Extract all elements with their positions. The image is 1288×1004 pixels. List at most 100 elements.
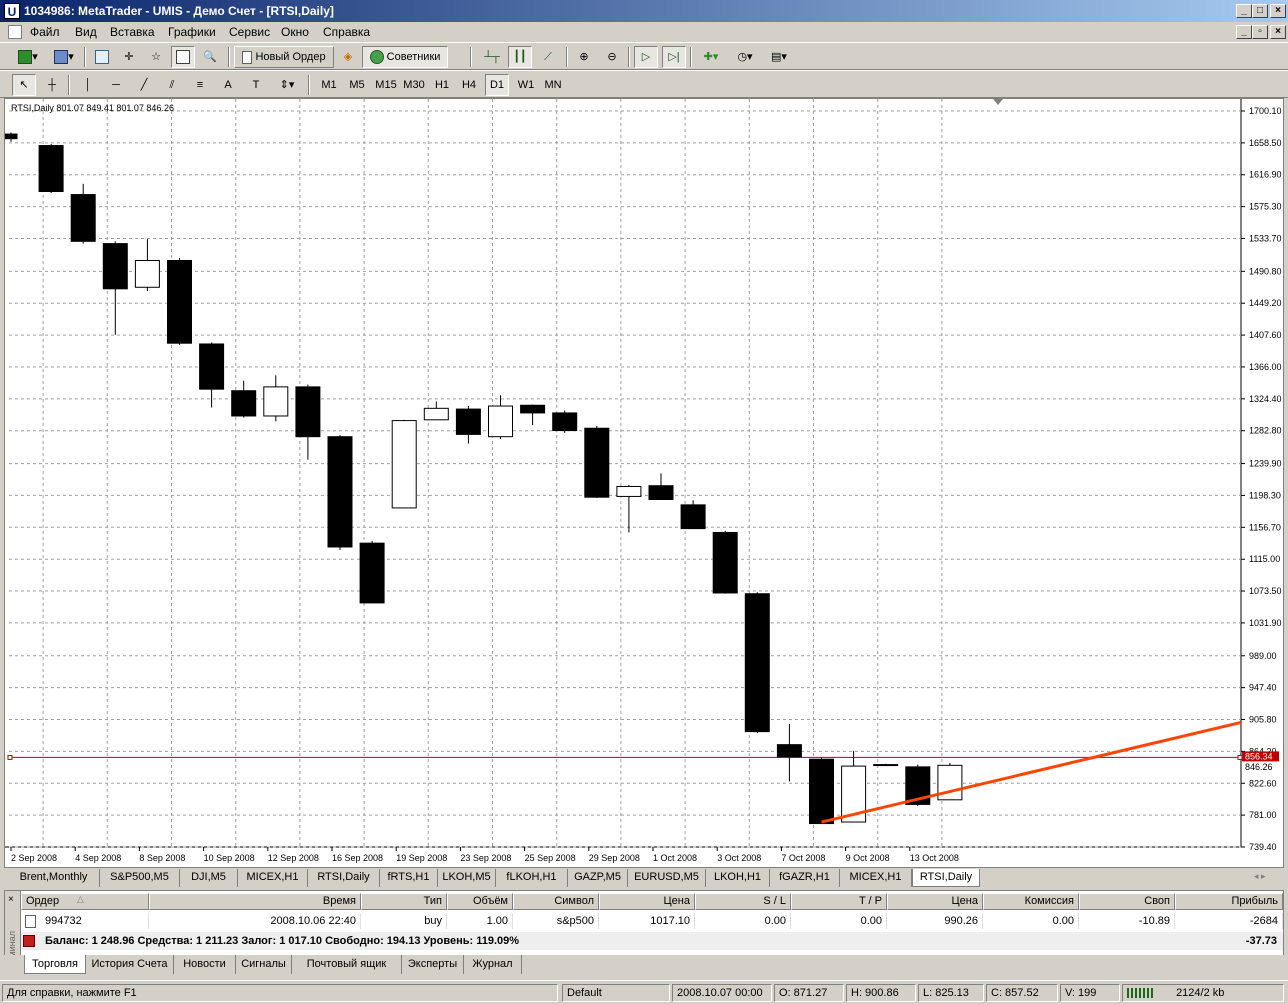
child-window-icon[interactable] [8, 25, 22, 39]
time-tick-label: 7 Oct 2008 [781, 853, 825, 863]
timeframe-m1[interactable]: M1 [316, 74, 342, 96]
terminal-tab[interactable]: Торговля [24, 955, 86, 974]
chart-canvas[interactable]: 1700.10 1658.50 1616.90 1575.30 1533.70 1490.… [5, 99, 1283, 867]
chart-tab[interactable]: EURUSD,M5 [628, 869, 706, 887]
timeframe-h4[interactable]: H4 [457, 74, 481, 96]
zoom-out-icon[interactable]: ⊖ [600, 46, 624, 68]
arrows-icon[interactable]: ⇕▾ [272, 74, 302, 96]
column-header[interactable]: Время [149, 893, 361, 910]
close-button[interactable]: × [1270, 4, 1286, 18]
tab-scroll-arrows-icon[interactable]: ◂ ▸ [1254, 871, 1266, 882]
column-header[interactable]: Прибыль [1175, 893, 1283, 910]
menu-insert[interactable]: Вставка [110, 25, 155, 39]
chart-tab[interactable]: LKOH,M5 [438, 869, 496, 887]
timeframe-m30[interactable]: M30 [400, 74, 428, 96]
bullish-candle [134, 259, 160, 288]
line-chart-icon[interactable]: ⟋ [536, 46, 560, 68]
timeframe-mn[interactable]: MN [541, 74, 565, 96]
chart-tab[interactable]: LKOH,H1 [706, 869, 770, 887]
strategy-tester-icon[interactable]: 🔍 [198, 46, 222, 68]
column-header[interactable]: Своп [1079, 893, 1175, 910]
column-header[interactable]: Комиссия [983, 893, 1079, 910]
candlestick-chart-icon[interactable]: ┃┃ [508, 46, 532, 68]
terminal-tab[interactable]: Эксперты [402, 955, 464, 974]
menu-view[interactable]: Вид [75, 25, 97, 39]
price-tick-label: 1407.60 [1249, 330, 1282, 340]
price-tick-label: 1239.90 [1249, 459, 1282, 469]
terminal-tab[interactable]: Сигналы [236, 955, 292, 974]
chart-tab[interactable]: DJI,M5 [180, 869, 238, 887]
timeframe-d1[interactable]: D1 [485, 74, 509, 96]
chart-tab[interactable]: fLKOH,H1 [496, 869, 568, 887]
timeframe-w1[interactable]: W1 [514, 74, 538, 96]
cursor-icon[interactable]: ↖ [12, 74, 36, 96]
chart-tab[interactable]: RTSI,Daily [912, 869, 980, 887]
profiles-button[interactable]: ▾ [48, 46, 80, 68]
menu-window[interactable]: Окно [281, 25, 309, 39]
column-header[interactable]: Ордер [21, 893, 149, 910]
status-datetime: 2008.10.07 00:00 [672, 984, 772, 1002]
terminal-tab[interactable]: Почтовый ящик [292, 955, 402, 974]
time-tick-label: 10 Sep 2008 [204, 853, 255, 863]
bearish-candle [680, 504, 706, 530]
horizontal-line-icon[interactable]: ─ [104, 74, 128, 96]
text-icon[interactable]: A [216, 74, 240, 96]
equidistant-channel-icon[interactable]: ⫽ [160, 74, 184, 96]
data-window-icon[interactable]: ✛ [117, 46, 141, 68]
maximize-button[interactable]: □ [1252, 4, 1268, 18]
column-header[interactable]: Символ [513, 893, 599, 910]
chart-tab[interactable]: Brent,Monthly [8, 869, 100, 887]
templates-icon[interactable]: ▤▾ [764, 46, 794, 68]
bearish-candle [167, 259, 192, 344]
timeframe-m5[interactable]: M5 [344, 74, 370, 96]
column-header[interactable]: Объём [447, 893, 513, 910]
navigator-icon[interactable]: ☆ [144, 46, 168, 68]
new-order-button[interactable]: Новый Ордер [234, 46, 334, 68]
column-header[interactable]: T / P [791, 893, 887, 910]
experts-button[interactable]: Советники [362, 46, 448, 68]
column-header[interactable]: Тип [361, 893, 447, 910]
column-header[interactable]: Цена [599, 893, 695, 910]
menu-tools[interactable]: Сервис [229, 25, 270, 39]
chart-tab[interactable]: fGAZR,H1 [770, 869, 840, 887]
bearish-candle [648, 485, 674, 500]
child-restore-button[interactable]: ▫ [1252, 25, 1268, 39]
text-label-icon[interactable]: T [244, 74, 268, 96]
periods-icon[interactable]: ◷▾ [730, 46, 760, 68]
timeframe-h1[interactable]: H1 [430, 74, 454, 96]
new-chart-button[interactable]: ▾ [12, 46, 44, 68]
column-header[interactable]: S / L [695, 893, 791, 910]
child-minimize-button[interactable]: _ [1236, 25, 1252, 39]
chart-tab[interactable]: GAZP,M5 [568, 869, 628, 887]
vertical-line-icon[interactable]: │ [76, 74, 100, 96]
chart-tab[interactable]: S&P500,M5 [100, 869, 180, 887]
trendline-icon[interactable]: ╱ [132, 74, 156, 96]
child-close-button[interactable]: × [1270, 25, 1286, 39]
terminal-tab[interactable]: Новости [174, 955, 236, 974]
minimize-button[interactable]: _ [1236, 4, 1252, 18]
chart-shift-icon[interactable]: ▷| [662, 46, 686, 68]
terminal-tab[interactable]: История Счета [86, 955, 174, 974]
market-watch-icon[interactable] [90, 46, 114, 68]
timeframe-m15[interactable]: M15 [372, 74, 400, 96]
chart-tab[interactable]: fRTS,H1 [380, 869, 438, 887]
crosshair-icon[interactable]: ┼ [40, 74, 64, 96]
chart-tab[interactable]: MICEX,H1 [238, 869, 308, 887]
chart-window[interactable]: 1700.10 1658.50 1616.90 1575.30 1533.70 1490.… [4, 98, 1284, 868]
menu-help[interactable]: Справка [323, 25, 370, 39]
fibonacci-icon[interactable]: ≡ [188, 74, 212, 96]
chart-tab[interactable]: MICEX,H1 [840, 869, 912, 887]
column-header[interactable]: Цена [887, 893, 983, 910]
balance-row: Баланс: 1 248.96 Средства: 1 211.23 Зало… [21, 932, 1283, 950]
close-terminal-icon[interactable]: × [8, 894, 14, 905]
bar-chart-icon[interactable]: ┴┬ [480, 46, 504, 68]
zoom-in-icon[interactable]: ⊕ [572, 46, 596, 68]
terminal-tab[interactable]: Журнал [464, 955, 522, 974]
menu-file[interactable]: Файл [30, 25, 60, 39]
indicators-icon[interactable]: ✚▾ [696, 46, 726, 68]
menu-charts[interactable]: Графики [168, 25, 216, 39]
chart-tab[interactable]: RTSI,Daily [308, 869, 380, 887]
auto-scroll-icon[interactable]: ▷ [634, 46, 658, 68]
terminal-icon[interactable] [171, 46, 195, 68]
metaeditor-icon[interactable]: ◈ [336, 46, 360, 68]
